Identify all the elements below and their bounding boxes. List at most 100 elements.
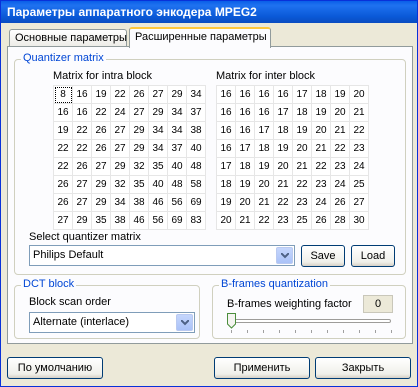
- matrix-cell[interactable]: 19: [91, 85, 111, 104]
- quantizer-matrix-select[interactable]: Philips Default: [29, 245, 295, 266]
- matrix-cell[interactable]: 35: [129, 175, 149, 194]
- tab-advanced-settings[interactable]: Расширенные параметры: [129, 27, 271, 48]
- chevron-down-icon[interactable]: [276, 247, 293, 264]
- matrix-cell[interactable]: 20: [273, 157, 293, 176]
- matrix-cell[interactable]: 23: [330, 157, 350, 176]
- matrix-cell[interactable]: 16: [235, 103, 255, 122]
- matrix-cell[interactable]: 29: [91, 175, 111, 194]
- matrix-cell[interactable]: 26: [91, 139, 111, 158]
- matrix-cell[interactable]: 29: [72, 211, 92, 230]
- matrix-cell[interactable]: 18: [273, 121, 293, 140]
- matrix-cell[interactable]: 21: [349, 103, 369, 122]
- matrix-cell[interactable]: 32: [129, 157, 149, 176]
- matrix-cell[interactable]: 26: [91, 121, 111, 140]
- matrix-cell[interactable]: 16: [273, 85, 293, 104]
- matrix-cell[interactable]: 69: [186, 193, 206, 212]
- matrix-cell[interactable]: 25: [349, 175, 369, 194]
- matrix-cell[interactable]: 17: [235, 139, 255, 158]
- matrix-cell[interactable]: 19: [235, 175, 255, 194]
- matrix-cell[interactable]: 16: [216, 139, 236, 158]
- matrix-cell[interactable]: 17: [254, 121, 274, 140]
- matrix-cell[interactable]: 23: [292, 193, 312, 212]
- matrix-cell[interactable]: 16: [72, 85, 92, 104]
- matrix-cell[interactable]: 16: [235, 121, 255, 140]
- chevron-down-icon[interactable]: [176, 314, 193, 331]
- matrix-cell[interactable]: 35: [91, 211, 111, 230]
- matrix-cell[interactable]: 46: [148, 193, 168, 212]
- matrix-cell[interactable]: 20: [254, 175, 274, 194]
- matrix-cell[interactable]: 17: [292, 85, 312, 104]
- matrix-cell[interactable]: 40: [167, 157, 187, 176]
- save-matrix-button[interactable]: Save: [301, 245, 345, 267]
- matrix-cell[interactable]: 27: [148, 85, 168, 104]
- matrix-cell[interactable]: 22: [330, 139, 350, 158]
- matrix-cell[interactable]: 56: [167, 193, 187, 212]
- apply-button[interactable]: Применить: [214, 357, 310, 379]
- matrix-cell[interactable]: 22: [72, 121, 92, 140]
- matrix-cell[interactable]: 29: [110, 157, 130, 176]
- bframes-slider-track[interactable]: [229, 319, 391, 323]
- matrix-cell[interactable]: 29: [129, 139, 149, 158]
- matrix-cell[interactable]: 26: [72, 157, 92, 176]
- matrix-cell[interactable]: 21: [254, 193, 274, 212]
- matrix-cell[interactable]: 17: [216, 157, 236, 176]
- matrix-cell[interactable]: 29: [148, 103, 168, 122]
- matrix-cell[interactable]: 23: [273, 211, 293, 230]
- matrix-cell[interactable]: 26: [53, 193, 73, 212]
- matrix-cell[interactable]: 19: [292, 121, 312, 140]
- matrix-cell[interactable]: 18: [254, 139, 274, 158]
- load-matrix-button[interactable]: Load: [351, 245, 395, 267]
- matrix-cell[interactable]: 22: [110, 85, 130, 104]
- matrix-cell[interactable]: 48: [167, 175, 187, 194]
- matrix-cell[interactable]: 27: [110, 121, 130, 140]
- matrix-cell[interactable]: 21: [235, 211, 255, 230]
- matrix-cell[interactable]: 24: [311, 193, 331, 212]
- matrix-cell[interactable]: 19: [53, 121, 73, 140]
- matrix-cell[interactable]: 16: [216, 103, 236, 122]
- matrix-cell[interactable]: 20: [311, 121, 331, 140]
- matrix-cell[interactable]: 22: [292, 175, 312, 194]
- matrix-cell[interactable]: 40: [148, 175, 168, 194]
- matrix-cell[interactable]: 18: [311, 85, 331, 104]
- close-button[interactable]: Закрыть: [315, 357, 411, 379]
- matrix-cell[interactable]: 27: [349, 193, 369, 212]
- matrix-cell[interactable]: 38: [129, 193, 149, 212]
- matrix-cell[interactable]: 83: [186, 211, 206, 230]
- matrix-cell[interactable]: 26: [129, 85, 149, 104]
- matrix-cell[interactable]: 19: [273, 139, 293, 158]
- matrix-cell[interactable]: 40: [186, 139, 206, 158]
- matrix-cell[interactable]: 34: [167, 121, 187, 140]
- matrix-cell[interactable]: 26: [53, 175, 73, 194]
- matrix-cell[interactable]: 35: [148, 157, 168, 176]
- matrix-cell[interactable]: 24: [110, 103, 130, 122]
- matrix-cell[interactable]: 22: [72, 139, 92, 158]
- matrix-cell[interactable]: 21: [292, 157, 312, 176]
- matrix-cell[interactable]: 20: [330, 103, 350, 122]
- matrix-cell[interactable]: 37: [167, 139, 187, 158]
- matrix-cell[interactable]: 34: [110, 193, 130, 212]
- matrix-cell[interactable]: 23: [349, 139, 369, 158]
- matrix-cell[interactable]: 19: [330, 85, 350, 104]
- matrix-cell[interactable]: 20: [349, 85, 369, 104]
- matrix-cell[interactable]: 38: [110, 211, 130, 230]
- matrix-cell[interactable]: 18: [292, 103, 312, 122]
- matrix-cell[interactable]: 23: [311, 175, 331, 194]
- matrix-cell[interactable]: 22: [273, 193, 293, 212]
- matrix-cell[interactable]: 8: [53, 85, 73, 104]
- matrix-cell[interactable]: 27: [110, 139, 130, 158]
- matrix-cell[interactable]: 26: [311, 211, 331, 230]
- matrix-cell[interactable]: 16: [72, 103, 92, 122]
- matrix-cell[interactable]: 16: [216, 85, 236, 104]
- matrix-cell[interactable]: 27: [129, 103, 149, 122]
- matrix-cell[interactable]: 37: [186, 103, 206, 122]
- matrix-cell[interactable]: 25: [292, 211, 312, 230]
- matrix-cell[interactable]: 21: [273, 175, 293, 194]
- matrix-cell[interactable]: 22: [254, 211, 274, 230]
- matrix-cell[interactable]: 26: [330, 193, 350, 212]
- matrix-cell[interactable]: 32: [110, 175, 130, 194]
- tab-basic-settings[interactable]: Основные параметры: [9, 29, 127, 47]
- matrix-cell[interactable]: 24: [349, 157, 369, 176]
- matrix-cell[interactable]: 34: [186, 85, 206, 104]
- matrix-cell[interactable]: 34: [148, 139, 168, 158]
- matrix-cell[interactable]: 24: [330, 175, 350, 194]
